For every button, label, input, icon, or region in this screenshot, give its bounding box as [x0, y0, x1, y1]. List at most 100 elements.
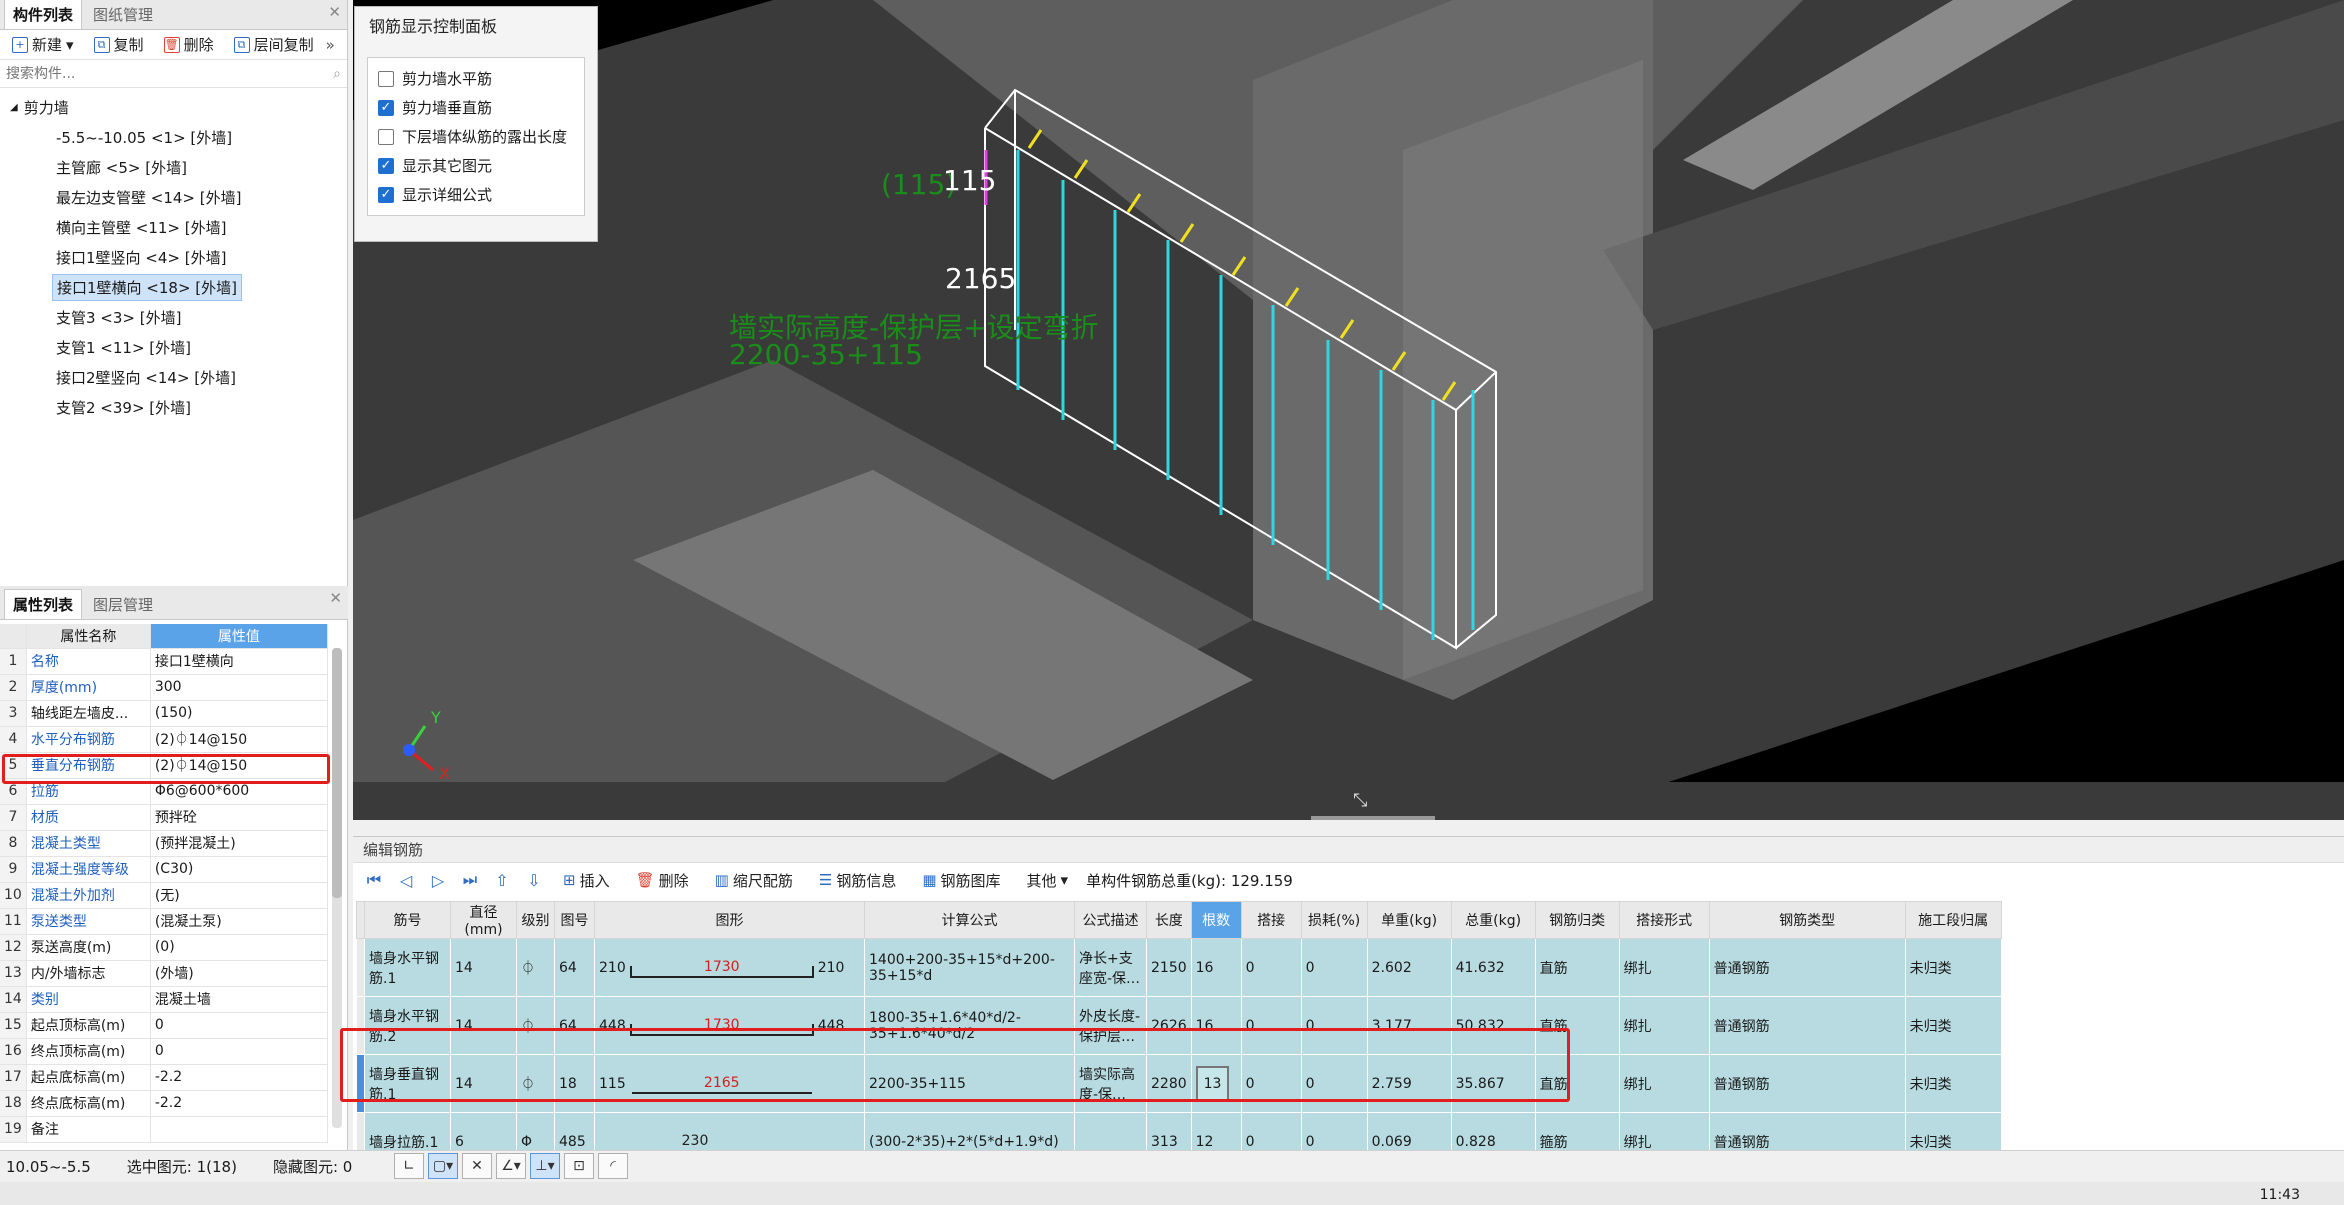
count-cell[interactable]: 16 [1190, 938, 1242, 997]
property-value[interactable]: 预拌砼 [150, 804, 329, 831]
option-lower-exposed-length[interactable]: 下层墙体纵筋的露出长度 [368, 122, 584, 151]
search-input[interactable] [6, 65, 306, 82]
delete-row-button[interactable]: 🗑 删除 [628, 868, 697, 893]
scroll-thumb[interactable] [332, 648, 342, 898]
rebar-class-cell[interactable]: 直筋 [1534, 938, 1620, 997]
property-row[interactable]: 14 类别 混凝土墙 [0, 986, 329, 1013]
rebar-type-cell[interactable]: 普通钢筋 [1708, 996, 1906, 1055]
prev-record-icon[interactable]: ◁ [395, 871, 417, 890]
arc-tool[interactable]: ◜ [598, 1153, 628, 1179]
scale-rebar-button[interactable]: ▥ 缩尺配筋 [707, 868, 801, 893]
checkbox-checked[interactable]: ✓ [378, 99, 394, 116]
splitter-handle[interactable] [1311, 816, 1435, 820]
collapse-arrows-icon[interactable]: ⤡ [1353, 790, 1367, 811]
property-row[interactable]: 13 内/外墙标志 (外墙) [0, 960, 329, 987]
tree-item[interactable]: 支管3 <3> [外墙] [0, 302, 347, 332]
lap-form-cell[interactable]: 绑扎 [1618, 996, 1710, 1055]
property-value[interactable]: -2.2 [150, 1064, 329, 1091]
tree-item[interactable]: 接口1壁竖向 <4> [外墙] [0, 242, 347, 272]
next-record-icon[interactable]: ▷ [427, 871, 449, 890]
tab-layer-manage[interactable]: 图层管理 [84, 589, 162, 619]
lap-form-cell[interactable]: 绑扎 [1618, 938, 1710, 997]
move-down-icon[interactable]: ⇩ [523, 871, 545, 890]
move-up-icon[interactable]: ⇧ [491, 871, 513, 890]
property-value[interactable]: (外墙) [150, 960, 329, 987]
viewport-3d[interactable]: (115) 115 2165 墙实际高度-保护层+设定弯折 2200-35+11… [353, 0, 2344, 820]
more-icon[interactable]: » [326, 36, 335, 54]
property-row[interactable]: 11 泵送类型 (混凝土泵) [0, 908, 329, 935]
insert-button[interactable]: ⊞ 插入 [555, 868, 618, 893]
rebar-shape-cell[interactable]: 210 1730 210 [594, 938, 865, 997]
viewport-scene[interactable] [353, 0, 2344, 820]
option-show-detailed-formula[interactable]: ✓ 显示详细公式 [368, 180, 584, 209]
delete-button[interactable]: 🗑 删除 [156, 32, 222, 57]
grade-cell[interactable]: ⏀ [516, 938, 555, 997]
property-value[interactable]: (150) [150, 700, 329, 727]
expand-triangle-icon[interactable]: ◢ [10, 102, 18, 113]
property-row[interactable]: 9 混凝土强度等级 (C30) [0, 856, 329, 883]
last-record-icon[interactable]: ⏭ [459, 870, 481, 890]
property-value[interactable]: 接口1壁横向 [150, 648, 329, 675]
rebar-info-button[interactable]: ☰ 钢筋信息 [811, 868, 904, 893]
property-row[interactable]: 16 终点顶标高(m) 0 [0, 1038, 329, 1065]
option-show-other-elements[interactable]: ✓ 显示其它图元 [368, 151, 584, 180]
search-icon[interactable]: ⌕ [333, 66, 341, 82]
angle-tool[interactable]: ∠▾ [496, 1153, 526, 1179]
property-value[interactable]: (2)⏀14@150 [150, 726, 329, 753]
tab-property-list[interactable]: 属性列表 [4, 589, 83, 619]
property-row[interactable]: 12 泵送高度(m) (0) [0, 934, 329, 961]
property-value[interactable]: (0) [150, 934, 329, 961]
tree-root[interactable]: ◢ 剪力墙 [0, 92, 347, 122]
close-icon[interactable]: ✕ [329, 589, 342, 607]
option-vertical-rebar[interactable]: ✓ 剪力墙垂直筋 [368, 93, 584, 122]
property-row[interactable]: 17 起点底标高(m) -2.2 [0, 1064, 329, 1091]
first-record-icon[interactable]: ⏮ [363, 870, 385, 890]
rebar-name-cell[interactable]: 墙身水平钢筋.1 [364, 938, 451, 997]
property-value[interactable]: 混凝土墙 [150, 986, 329, 1013]
total-weight-cell[interactable]: 41.632 [1450, 938, 1536, 997]
property-value[interactable]: (无) [150, 882, 329, 909]
property-row[interactable]: 8 混凝土类型 (预拌混凝土) [0, 830, 329, 857]
length-cell[interactable]: 2150 [1146, 938, 1192, 997]
tree-item[interactable]: -5.5~-10.05 <1> [外墙] [0, 122, 347, 152]
property-value[interactable] [150, 1116, 329, 1143]
property-row[interactable]: 4 水平分布钢筋 (2)⏀14@150 [0, 726, 329, 753]
property-row[interactable]: 3 轴线距左墙皮... (150) [0, 700, 329, 727]
checkbox-checked[interactable]: ✓ [378, 186, 394, 203]
option-horizontal-rebar[interactable]: 剪力墙水平筋 [368, 64, 584, 93]
formula-desc-cell[interactable]: 净长+支座宽-保… [1074, 938, 1147, 997]
other-menu-button[interactable]: 其他 ▾ [1019, 868, 1077, 893]
property-value[interactable]: 300 [150, 674, 329, 701]
checkbox[interactable] [378, 70, 394, 87]
rebar-library-button[interactable]: ▦ 钢筋图库 [914, 868, 1008, 893]
unit-weight-cell[interactable]: 2.602 [1366, 938, 1452, 997]
row-indicator[interactable] [356, 938, 365, 997]
formula-cell[interactable]: 1400+200-35+15*d+200-35+15*d [864, 938, 1075, 997]
stage-cell[interactable]: 未归类 [1904, 1054, 2002, 1113]
property-row[interactable]: 10 混凝土外加剂 (无) [0, 882, 329, 909]
property-row[interactable]: 1 名称 接口1壁横向 [0, 648, 329, 675]
lap-cell[interactable]: 0 [1240, 938, 1302, 997]
select-box-tool[interactable]: ▢▾ [428, 1153, 458, 1179]
diameter-cell[interactable]: 14 [450, 938, 517, 997]
cross-tool[interactable]: ✕ [462, 1153, 492, 1179]
tree-item[interactable]: 最左边支管壁 <14> [外墙] [0, 182, 347, 212]
tree-item[interactable]: 支管2 <39> [外墙] [0, 392, 347, 422]
tree-item[interactable]: 支管1 <11> [外墙] [0, 332, 347, 362]
copy-button[interactable]: ⧉ 复制 [86, 32, 152, 57]
property-row[interactable]: 15 起点顶标高(m) 0 [0, 1012, 329, 1039]
property-value[interactable]: 0 [150, 1012, 329, 1039]
stage-cell[interactable]: 未归类 [1904, 996, 2002, 1055]
property-row[interactable]: 18 终点底标高(m) -2.2 [0, 1090, 329, 1117]
tree-item[interactable]: 主管廊 <5> [外墙] [0, 152, 347, 182]
tab-drawing-manage[interactable]: 图纸管理 [84, 0, 162, 29]
close-icon[interactable]: ✕ [328, 3, 341, 21]
rebar-type-cell[interactable]: 普通钢筋 [1708, 938, 1906, 997]
property-value[interactable]: (C30) [150, 856, 329, 883]
property-row[interactable]: 19 备注 [0, 1116, 329, 1143]
rebar-row[interactable]: 墙身水平钢筋.1 14 ⏀ 64 210 1730 210 1400+200-35+1… [356, 938, 2002, 997]
dynamic-input-tool[interactable]: ⊡ [564, 1153, 594, 1179]
property-value[interactable]: (预拌混凝土) [150, 830, 329, 857]
orthogonal-tool[interactable]: ∟ [394, 1153, 424, 1179]
tree-item[interactable]: 接口2壁竖向 <14> [外墙] [0, 362, 347, 392]
